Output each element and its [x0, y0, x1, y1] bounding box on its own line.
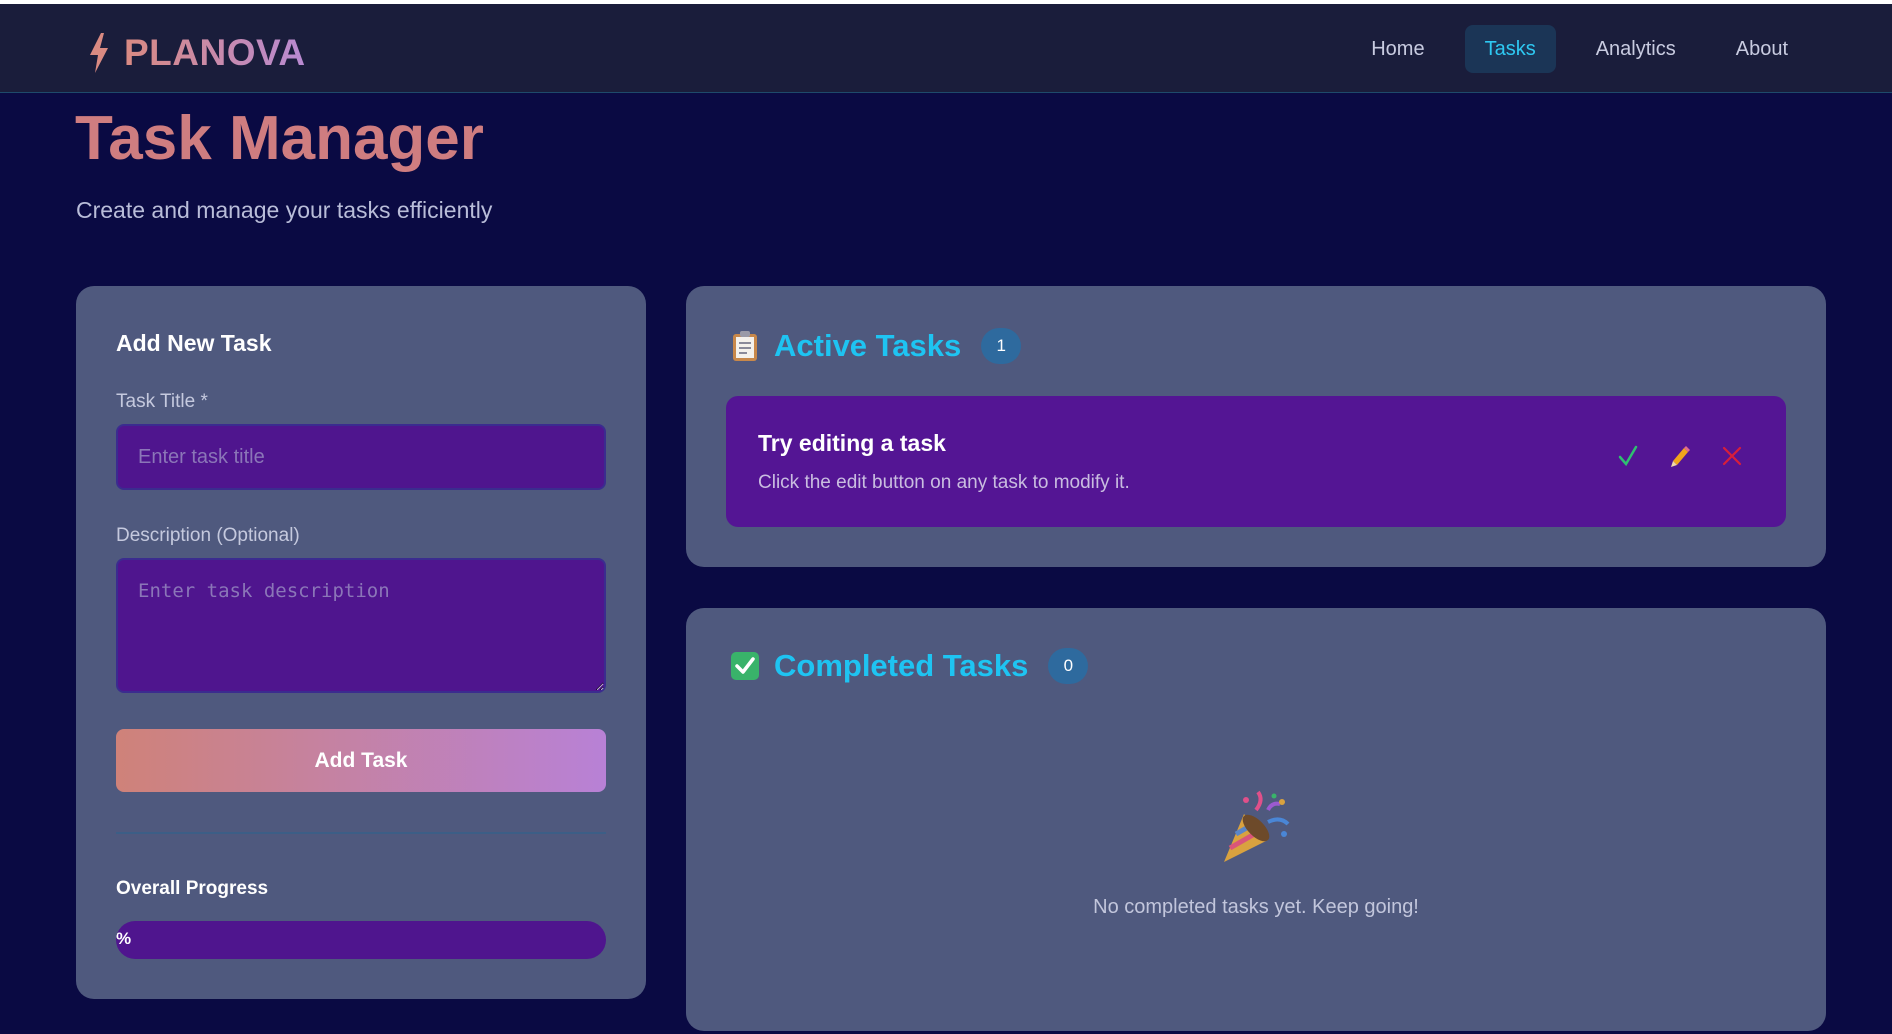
active-tasks-title: Active Tasks: [774, 328, 962, 363]
nav-analytics[interactable]: Analytics: [1576, 25, 1696, 73]
progress-label: Overall Progress: [116, 878, 269, 899]
task-description-input[interactable]: [116, 558, 606, 693]
active-tasks-card: Active Tasks 1 Try editing a task Click …: [686, 286, 1826, 567]
task-title-label: Task Title *: [116, 391, 208, 412]
clipboard-icon: [733, 331, 757, 361]
completed-tasks-header: Completed Tasks 0: [730, 648, 1089, 684]
completed-tasks-card: Completed Tasks 0 No completed tasks yet…: [686, 608, 1826, 1031]
pencil-icon: [1671, 446, 1690, 467]
delete-task-button[interactable]: [1718, 440, 1746, 472]
task-description: Click the edit button on any task to mod…: [758, 472, 1130, 493]
navbar: PLANOVA Home Tasks Analytics About: [0, 4, 1892, 93]
party-popper-icon: [1224, 790, 1290, 862]
brand-name: PLANOVA: [124, 32, 306, 73]
nav-home[interactable]: Home: [1351, 25, 1444, 73]
bolt-icon: [90, 33, 108, 73]
task-item: Try editing a task Click the edit button…: [726, 396, 1786, 527]
completed-count-badge: 0: [1048, 648, 1089, 684]
edit-task-button[interactable]: [1666, 440, 1694, 472]
page-title: Task Manager: [75, 104, 484, 173]
task-description-label: Description (Optional): [116, 525, 300, 546]
brand-logo[interactable]: PLANOVA: [86, 30, 306, 76]
nav-about[interactable]: About: [1716, 25, 1808, 73]
page-subtitle: Create and manage your tasks efficiently: [76, 197, 493, 223]
complete-task-button[interactable]: [1614, 440, 1642, 472]
task-title-input[interactable]: [116, 424, 606, 490]
add-task-button[interactable]: Add Task: [116, 729, 606, 792]
active-count-badge: 1: [981, 328, 1022, 364]
active-tasks-header: Active Tasks 1: [730, 328, 1022, 364]
add-task-heading: Add New Task: [116, 330, 272, 356]
task-actions: [1614, 440, 1746, 472]
check-icon: [1618, 445, 1638, 467]
add-task-card: Add New Task Task Title * Description (O…: [76, 286, 646, 999]
task-title: Try editing a task: [758, 430, 946, 456]
empty-state-message: No completed tasks yet. Keep going!: [1093, 896, 1419, 918]
empty-state: No completed tasks yet. Keep going!: [686, 788, 1826, 919]
completed-tasks-title: Completed Tasks: [774, 648, 1029, 683]
progress-bar: %: [116, 921, 606, 959]
nav-tasks[interactable]: Tasks: [1464, 25, 1556, 73]
divider: [116, 832, 606, 834]
progress-text: %: [116, 929, 132, 948]
close-icon: [1722, 446, 1742, 466]
nav-links: Home Tasks Analytics About: [1351, 25, 1808, 73]
checkbox-checked-icon: [731, 652, 759, 680]
